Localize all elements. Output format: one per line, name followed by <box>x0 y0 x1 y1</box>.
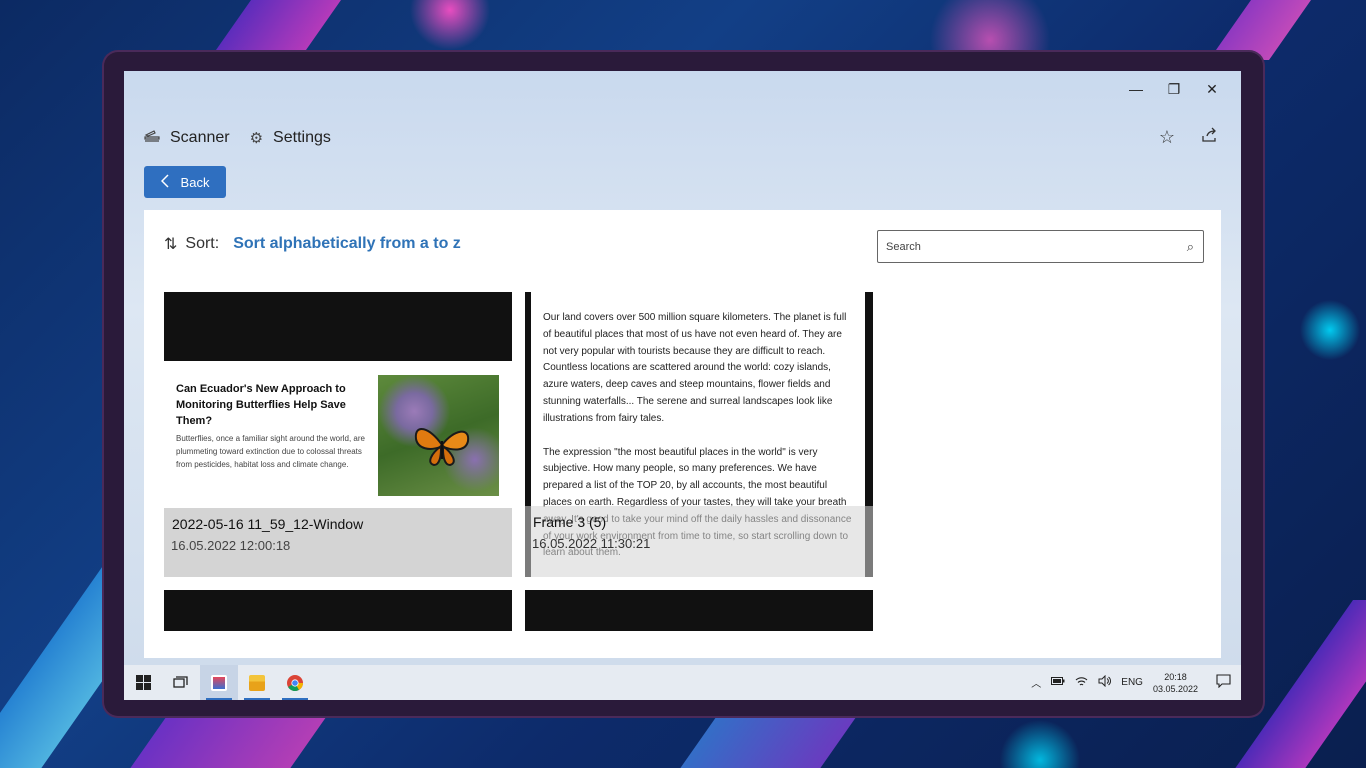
gallery-item[interactable]: Can Ecuador's New Approach to Monitoring… <box>164 292 512 577</box>
thumbnail-article-title: Can Ecuador's New Approach to Monitoring… <box>176 383 346 427</box>
wallpaper-stripe <box>678 710 862 768</box>
restore-button[interactable]: ❐ <box>1155 77 1193 101</box>
start-button[interactable] <box>124 665 162 700</box>
language-indicator[interactable]: ENG <box>1121 677 1143 688</box>
search-input[interactable] <box>886 234 1176 260</box>
task-view-icon <box>173 675 188 688</box>
item-caption: 2022-05-16 11_59_12-Window 16.05.2022 12… <box>164 508 512 577</box>
item-date: 16.05.2022 12:00:18 <box>171 538 291 553</box>
item-name: Frame 3 (5) <box>533 514 607 530</box>
thumbnail-paragraph: Our land covers over 500 million square … <box>543 312 847 424</box>
thumbnail-article-text: Butterflies, once a familiar sight aroun… <box>176 434 365 469</box>
top-actions: ☆ <box>1159 127 1219 148</box>
sort-value[interactable]: Sort alphabetically from a to z <box>233 235 461 253</box>
taskbar-app-explorer[interactable] <box>238 665 276 700</box>
sort-control[interactable]: ⇅ Sort: Sort alphabetically from a to z <box>164 234 461 254</box>
windows-icon <box>135 675 151 690</box>
gallery-item[interactable]: Our land covers over 500 million square … <box>525 292 873 577</box>
app-window: — ❐ ✕ Scanner ⚙ Settings ☆ Back ⇅ Sort: <box>124 71 1241 665</box>
close-button[interactable]: ✕ <box>1193 77 1231 101</box>
search-icon[interactable]: ⌕ <box>1187 239 1194 255</box>
butterfly-photo <box>378 375 499 496</box>
chevron-up-icon[interactable]: ︿ <box>1031 675 1041 690</box>
gallery-item-partial[interactable] <box>164 590 512 631</box>
chrome-icon <box>287 674 303 691</box>
nav-item-settings[interactable]: ⚙ Settings <box>250 129 331 147</box>
nav-item-scanner[interactable]: Scanner <box>144 129 230 147</box>
back-button-label: Back <box>180 174 210 190</box>
top-navigation: Scanner ⚙ Settings <box>144 129 341 147</box>
share-icon[interactable] <box>1201 127 1219 148</box>
thumbnail-header <box>164 292 512 361</box>
search-box: ⌕ <box>877 230 1204 263</box>
gallery-panel: ⇅ Sort: Sort alphabetically from a to z … <box>144 210 1221 658</box>
wifi-icon[interactable] <box>1075 676 1088 690</box>
minimize-button[interactable]: — <box>1117 77 1155 101</box>
back-button[interactable]: Back <box>144 166 226 198</box>
thumbnail: Can Ecuador's New Approach to Monitoring… <box>164 361 512 506</box>
window-controls: — ❐ ✕ <box>1117 77 1231 101</box>
taskbar-app-scanner[interactable] <box>200 665 238 700</box>
gear-icon: ⚙ <box>249 130 264 147</box>
notification-icon[interactable] <box>1216 674 1231 691</box>
nav-item-label: Scanner <box>170 129 230 146</box>
folder-icon <box>249 674 265 691</box>
system-tray: ︿ ENG 20:18 03.05.2022 <box>1031 671 1241 695</box>
clock-date: 03.05.2022 <box>1152 683 1198 694</box>
butterfly-icon <box>414 428 470 467</box>
volume-icon[interactable] <box>1098 674 1112 690</box>
item-name: 2022-05-16 11_59_12-Window <box>172 516 364 532</box>
wallpaper-stripe <box>128 710 332 768</box>
item-date: 16.05.2022 11:30:21 <box>532 536 651 551</box>
clock[interactable]: 20:18 03.05.2022 <box>1153 671 1198 695</box>
sort-label: Sort: <box>185 235 220 252</box>
star-icon[interactable]: ☆ <box>1159 127 1175 148</box>
taskbar: ︿ ENG 20:18 03.05.2022 <box>124 665 1241 700</box>
chevron-left-icon <box>160 173 169 191</box>
item-caption: Frame 3 (5) 16.05.2022 11:30:21 <box>525 506 873 577</box>
battery-icon[interactable] <box>1051 677 1065 688</box>
taskbar-app-chrome[interactable] <box>276 665 314 700</box>
gallery-item-partial[interactable] <box>525 590 873 631</box>
task-view-button[interactable] <box>162 665 200 700</box>
scanner-app-icon <box>211 674 227 691</box>
nav-item-label: Settings <box>273 129 331 146</box>
clock-time: 20:18 <box>1164 671 1187 682</box>
scanner-icon <box>144 129 160 147</box>
sort-arrows-icon: ⇅ <box>164 236 178 253</box>
wallpaper-stripe <box>208 0 342 60</box>
wallpaper-stripe <box>1208 0 1312 60</box>
